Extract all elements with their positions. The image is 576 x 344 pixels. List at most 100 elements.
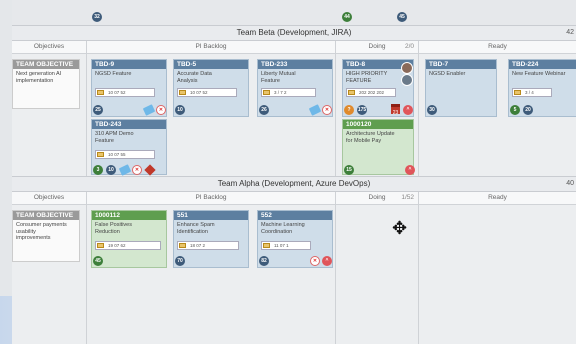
card-id: TBD-233 bbox=[258, 60, 332, 69]
points-badge: 5 bbox=[510, 105, 520, 115]
top-badge: 32 bbox=[92, 12, 102, 22]
wip-count: 1/52 bbox=[401, 194, 414, 201]
progress-row: 3 / 4 bbox=[512, 88, 552, 97]
card-title: Consumer payments usability improvements bbox=[16, 222, 67, 241]
chevron-up-icon[interactable]: ^ bbox=[403, 105, 413, 115]
card-id: 1000112 bbox=[92, 211, 166, 220]
points-badge: 10 bbox=[175, 105, 185, 115]
avatar[interactable] bbox=[401, 74, 413, 86]
progress-row: 19 07 62 bbox=[95, 241, 161, 250]
points-badge: 175 bbox=[357, 105, 367, 115]
points-badge: 45 bbox=[93, 256, 103, 266]
objective-card[interactable]: TEAM OBJECTIVE Next generation AI implem… bbox=[12, 59, 80, 109]
progress-row: 10 07 52 bbox=[177, 88, 237, 97]
warning-icon[interactable] bbox=[144, 164, 156, 176]
divider bbox=[335, 192, 336, 344]
lane-title-alpha[interactable]: Team Alpha (Development, Azure DevOps) 4… bbox=[12, 176, 576, 192]
divider bbox=[418, 41, 419, 176]
column-header-objectives: Objectives bbox=[12, 192, 86, 205]
card-title: Enhance Spam Identification bbox=[177, 222, 215, 235]
progress-row: 18 07 2 bbox=[177, 241, 239, 250]
tag-icon[interactable] bbox=[142, 104, 156, 116]
column-header-backlog: PI Backlog bbox=[87, 41, 335, 54]
card-id: TBD-9 bbox=[92, 60, 166, 69]
card-title: False Positives Reduction bbox=[95, 222, 132, 235]
feature-card[interactable]: 551 Enhance Spam Identification 18 07 2 … bbox=[173, 210, 249, 268]
card-id: 1000120 bbox=[343, 120, 413, 129]
card-id: 552 bbox=[258, 211, 332, 220]
kanban-board: 32 44 45 Team Beta (Development, JIRA) 4… bbox=[12, 0, 576, 344]
move-cursor-icon: ✥ bbox=[392, 218, 408, 238]
card-id: TBD-5 bbox=[174, 60, 248, 69]
lane-count: 42 bbox=[566, 29, 574, 36]
card-id: TBD-7 bbox=[426, 60, 496, 69]
feature-card[interactable]: TBD-243 310 APM Demo Feature 10 07 55 3 … bbox=[91, 119, 167, 176]
left-edge bbox=[0, 0, 12, 344]
close-icon[interactable]: ✕ bbox=[322, 105, 332, 115]
card-title: Next generation AI implementation bbox=[16, 71, 62, 84]
card-title: Architecture Update for Mobile Pay bbox=[346, 131, 395, 144]
progress-row: 10 07 52 bbox=[95, 88, 155, 97]
card-title: Machine Learning Coordination bbox=[261, 222, 305, 235]
feature-card[interactable]: TBD-8 HIGH PRIORITY FEATURE 202 202 202 … bbox=[342, 59, 414, 117]
wip-count: 2/0 bbox=[404, 43, 414, 50]
calendar-icon[interactable]: 23 bbox=[391, 104, 400, 116]
column-header-doing: Doing 2/0 bbox=[336, 41, 418, 54]
card-id: TBD-243 bbox=[92, 120, 166, 129]
points-badge: 82 bbox=[259, 256, 269, 266]
points-badge: 10 bbox=[106, 165, 116, 175]
points-badge: 3 bbox=[93, 165, 103, 175]
close-icon[interactable]: ✕ bbox=[310, 256, 320, 266]
feature-card[interactable]: 1000120 Architecture Update for Mobile P… bbox=[342, 119, 415, 175]
column-header-doing: Doing 1/52 bbox=[336, 192, 418, 205]
close-icon[interactable]: ✕ bbox=[132, 165, 142, 175]
card-title: NGSD Enabler bbox=[429, 71, 466, 77]
column-header-objectives: Objectives bbox=[12, 41, 86, 54]
feature-card[interactable]: TBD-7 NGSD Enabler 30 bbox=[425, 59, 497, 117]
alert-icon[interactable]: ? bbox=[344, 105, 354, 115]
feature-card[interactable]: 1000112 False Positives Reduction 19 07 … bbox=[91, 210, 167, 268]
divider bbox=[86, 41, 87, 176]
card-id: TBD-224 bbox=[509, 60, 576, 69]
top-badge: 44 bbox=[342, 12, 352, 22]
divider bbox=[418, 192, 419, 344]
points-badge: 15 bbox=[344, 165, 354, 175]
progress-row: 202 202 202 bbox=[346, 88, 396, 97]
card-title: Liberty Mutual Feature bbox=[261, 71, 296, 84]
lane-title-beta[interactable]: Team Beta (Development, JIRA) 42 bbox=[12, 25, 576, 41]
progress-row: 10 07 55 bbox=[95, 150, 155, 159]
feature-card[interactable]: TBD-9 NGSD Feature 10 07 52 25 ✕ bbox=[91, 59, 167, 117]
lane-title-text: Team Beta (Development, JIRA) bbox=[236, 28, 352, 37]
card-title: New Feature Webinar bbox=[512, 71, 566, 77]
feature-card[interactable]: TBD-233 Liberty Mutual Feature 3 / 7 2 2… bbox=[257, 59, 333, 117]
lane-count: 40 bbox=[566, 180, 574, 187]
chevron-up-icon[interactable]: ^ bbox=[405, 165, 415, 175]
card-id: TEAM OBJECTIVE bbox=[13, 60, 79, 69]
feature-card[interactable]: TBD-5 Accurate Data Analysis 10 07 52 10 bbox=[173, 59, 249, 117]
close-icon[interactable]: ✕ bbox=[156, 105, 166, 115]
lane-title-text: Team Alpha (Development, Azure DevOps) bbox=[217, 179, 371, 188]
points-badge: 25 bbox=[93, 105, 103, 115]
card-id: TEAM OBJECTIVE bbox=[13, 211, 79, 220]
divider bbox=[86, 192, 87, 344]
column-header-ready: Ready bbox=[419, 41, 576, 54]
feature-card[interactable]: 552 Machine Learning Coordination 11 07 … bbox=[257, 210, 333, 268]
tag-icon[interactable] bbox=[308, 104, 322, 116]
progress-row: 11 07 1 bbox=[261, 241, 311, 250]
card-id: 551 bbox=[174, 211, 248, 220]
card-title: Accurate Data Analysis bbox=[177, 71, 212, 84]
card-title: NGSD Feature bbox=[95, 71, 132, 77]
points-badge: 26 bbox=[259, 105, 269, 115]
avatar[interactable] bbox=[401, 62, 413, 74]
chevron-up-icon[interactable]: ^ bbox=[322, 256, 332, 266]
objective-card[interactable]: TEAM OBJECTIVE Consumer payments usabili… bbox=[12, 210, 80, 262]
tag-icon[interactable] bbox=[118, 164, 132, 176]
feature-card[interactable]: TBD-224 New Feature Webinar 3 / 4 5 20 bbox=[508, 59, 576, 117]
points-badge: 30 bbox=[427, 105, 437, 115]
points-badge: 20 bbox=[523, 105, 533, 115]
card-title: 310 APM Demo Feature bbox=[95, 131, 134, 144]
column-header-ready: Ready bbox=[419, 192, 576, 205]
column-header-backlog: PI Backlog bbox=[87, 192, 335, 205]
divider bbox=[335, 41, 336, 176]
points-badge: 70 bbox=[175, 256, 185, 266]
